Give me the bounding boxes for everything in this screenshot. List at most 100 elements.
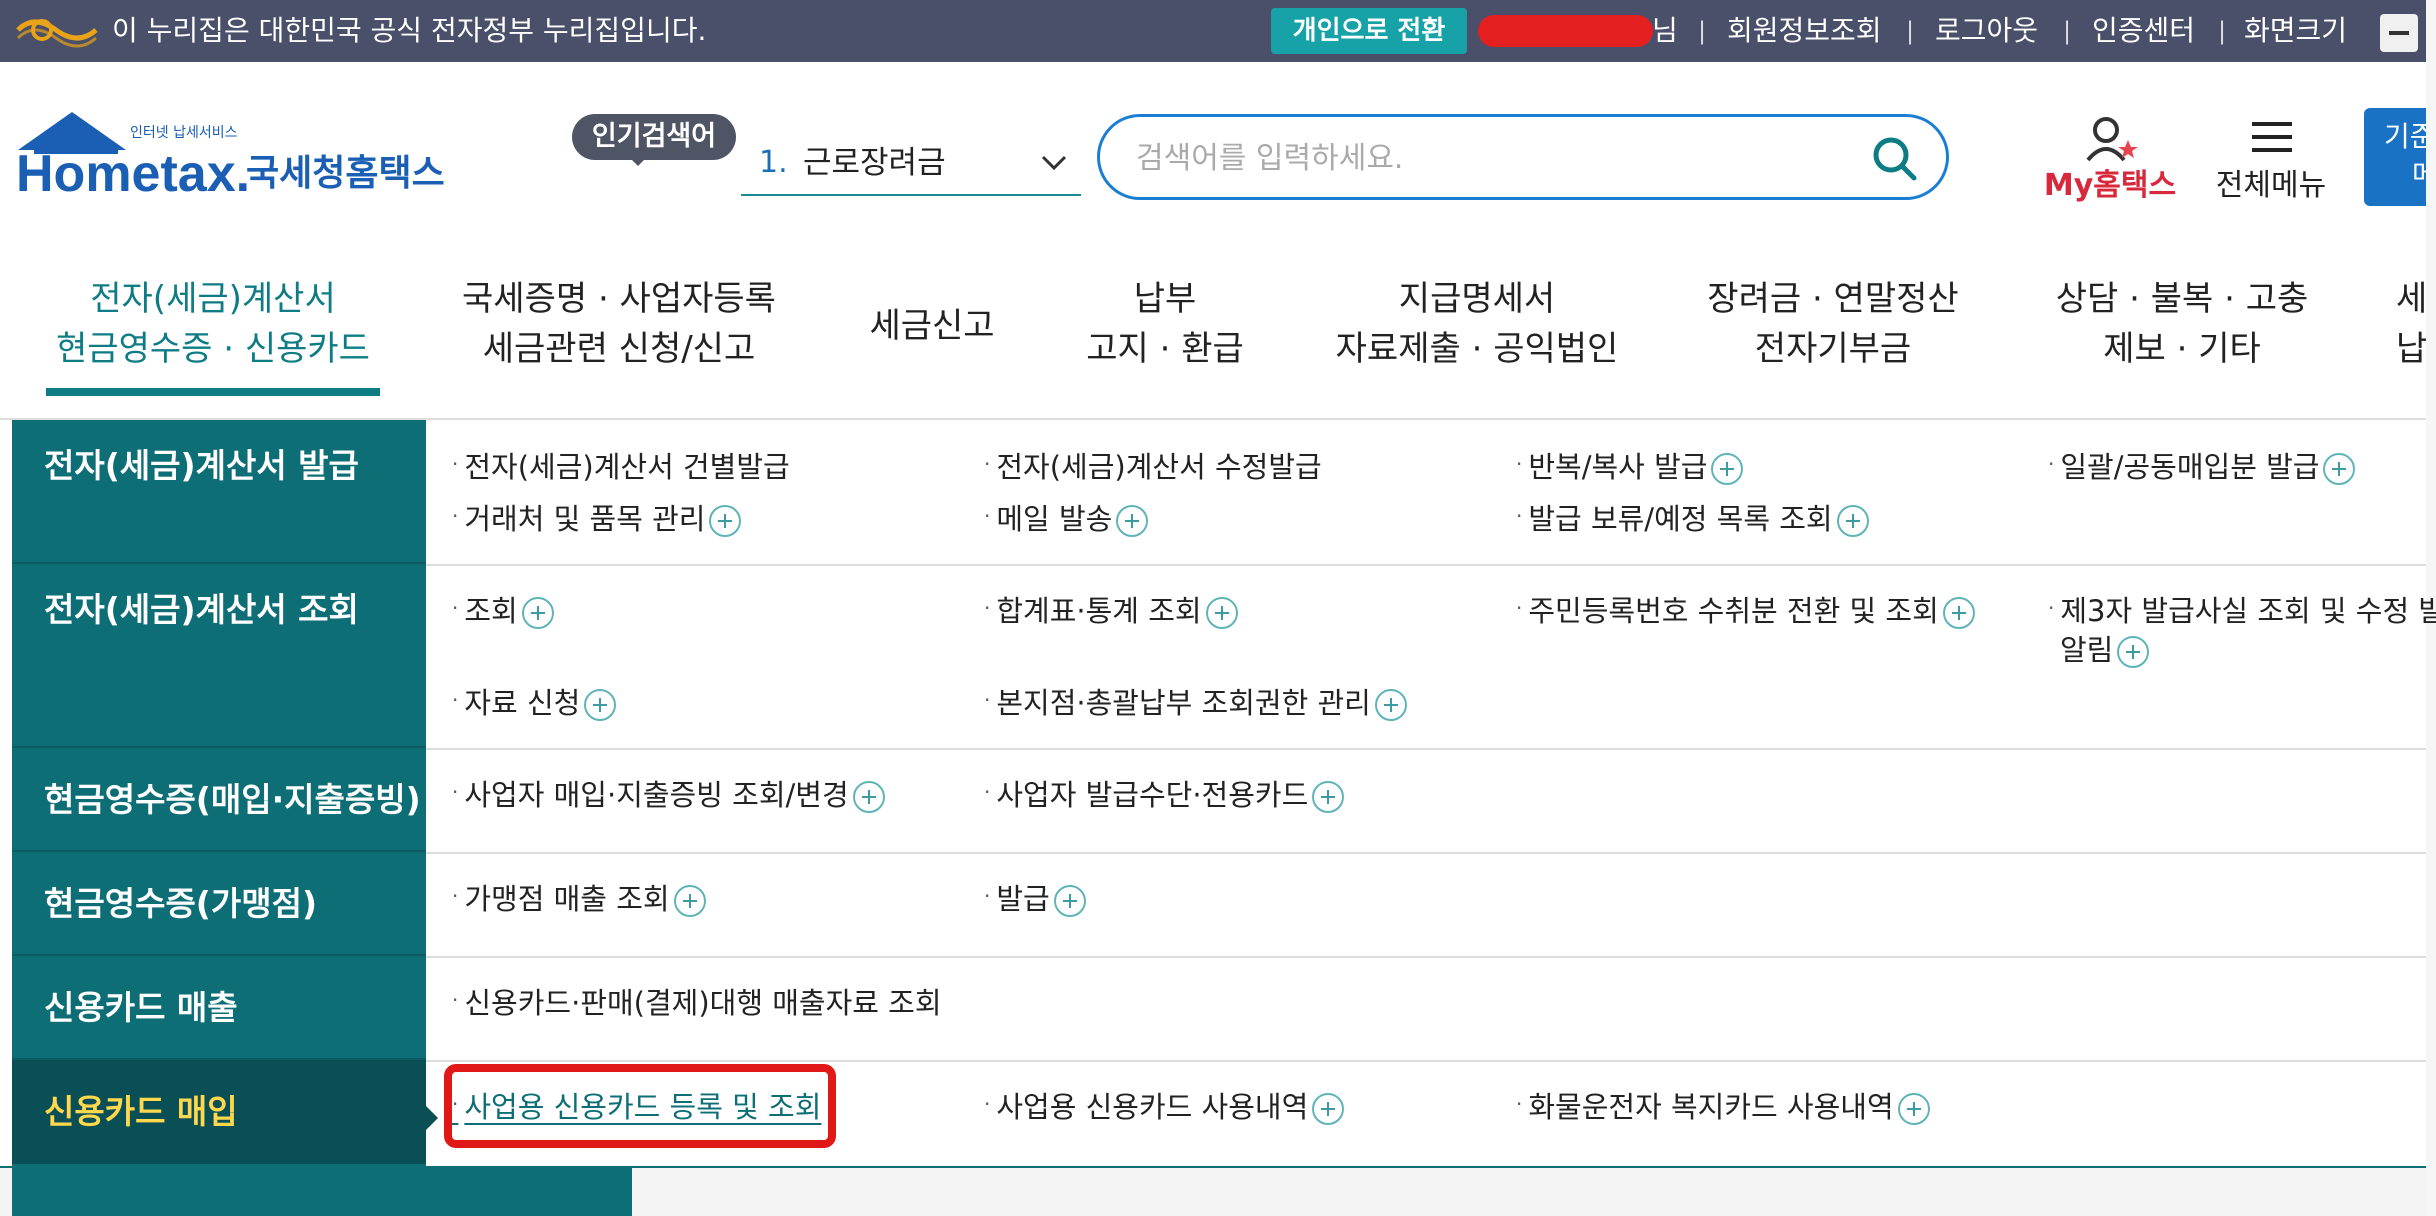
sidebar-item-invoice-lookup[interactable]: 전자(세금)계산서 조회 [12,564,426,748]
switch-to-personal-button[interactable]: 개인으로 전환 [1271,8,1467,54]
nav-statements[interactable]: 지급명세서 자료제출 · 공익법인 [1334,274,1620,378]
row-divider [426,748,2426,750]
link-text: 발급 [996,882,1050,916]
link-card-sales-data[interactable]: · 신용카드·판매(결제)대행 매출자료 조회 [452,980,942,1023]
row-divider [426,1060,2426,1062]
link-text: 신용카드·판매(결제)대행 매출자료 조회 [464,986,942,1020]
bullet: · [984,1092,991,1116]
sidebar-item-cash-receipt-purchase[interactable]: 현금영수증(매입·지출증빙) [12,748,426,852]
nav-line1: 세 [2396,279,2426,319]
link-business-card[interactable]: · 사업자 발급수단·전용카드 [984,772,1345,815]
plus-icon[interactable] [2323,453,2356,485]
person-star-icon [2086,117,2138,162]
mega-sidebar: 전자(세금)계산서 발급 전자(세금)계산서 조회 현금영수증(매입·지출증빙)… [12,420,426,1166]
plus-icon[interactable] [1942,597,1975,629]
link-summary-stats[interactable]: · 합계표·통계 조회 [984,588,1238,631]
plus-icon[interactable] [1836,505,1869,537]
nav-line1: 상담 · 불복 · 고충 [2055,279,2309,319]
link-invoice-single-issue[interactable]: · 전자(세금)계산서 건별발급 [452,444,790,487]
screen-size-link[interactable]: 화면크기 [2244,11,2347,51]
nav-line1: 지급명세서 [1398,279,1556,319]
link-third-party-issue[interactable]: · 제3자 발급사실 조회 및 수정 발 [2048,588,2436,631]
bullet: · [452,988,459,1012]
partial-blue-button[interactable]: 기준 메 [2364,108,2426,206]
bullet: · [452,688,459,712]
separator: | [1906,17,1915,45]
plus-icon[interactable] [2117,636,2150,668]
popular-search-badge: 인기검색어 [572,114,736,166]
link-freight-welfare-card[interactable]: · 화물운전자 복지카드 사용내역 [1516,1084,1930,1127]
link-bulk-joint-issue[interactable]: · 일괄/공동매입분 발급 [2048,444,2356,487]
link-business-card-usage[interactable]: · 사업용 신용카드 사용내역 [984,1084,1345,1127]
bullet: · [1516,452,1523,476]
nav-certificates[interactable]: 국세증명 · 사업자등록 세금관련 신청/신고 [458,274,780,378]
search-box[interactable] [1097,114,1949,200]
link-lookup[interactable]: · 조회 [452,588,554,631]
link-text: 일괄/공동매입분 발급 [2060,450,2320,484]
plus-icon[interactable] [521,597,554,629]
row-divider [426,564,2426,566]
my-hometax-button[interactable]: My홈택스 [2040,108,2180,208]
gov-notice-text: 이 누리집은 대한민국 공식 전자정부 누리집입니다. [112,14,707,47]
link-text: 본지점·총괄납부 조회권한 관리 [996,686,1371,720]
cert-center-link[interactable]: 인증센터 [2092,11,2195,51]
plus-icon[interactable] [1205,597,1238,629]
link-pending-list[interactable]: · 발급 보류/예정 목록 조회 [1516,496,1869,539]
link-resident-number-convert[interactable]: · 주민등록번호 수취분 전환 및 조회 [1516,588,1975,631]
link-partner-item-manage[interactable]: · 거래처 및 품목 관리 [452,496,742,539]
link-repeat-copy-issue[interactable]: · 반복/복사 발급 [1516,444,1744,487]
bullet: · [452,884,459,908]
link-text: 사업자 발급수단·전용카드 [996,778,1309,812]
nav-more[interactable]: 세 납 [2396,274,2426,378]
link-merchant-sales[interactable]: · 가맹점 매출 조회 [452,876,706,919]
red-highlight-annotation [444,1064,836,1148]
nav-line1: 국세증명 · 사업자등록 [462,279,776,319]
plus-icon[interactable] [1312,781,1345,813]
logo-korean: 국세청홈택스 [246,153,445,194]
search-input[interactable] [1136,135,1836,181]
nav-tax-filing[interactable]: 세금신고 [862,274,1002,378]
nav-consulting[interactable]: 상담 · 불복 · 고충 제보 · 기타 [2050,274,2314,378]
plus-icon[interactable] [1897,1093,1930,1125]
sidebar-item-card-purchase[interactable]: 신용카드 매입 [12,1060,426,1164]
hometax-logo[interactable]: 인터넷 납세서비스 Hometax. 국세청홈택스 [14,106,445,206]
nav-e-invoice[interactable]: 전자(세금)계산서 현금영수증 · 신용카드 [46,274,380,378]
link-issue[interactable]: · 발급 [984,876,1086,919]
plus-icon[interactable] [852,781,885,813]
sidebar-item-invoice-issue[interactable]: 전자(세금)계산서 발급 [12,420,426,564]
link-data-request[interactable]: · 자료 신청 [452,680,617,723]
redacted-username [1478,15,1653,47]
bullet: · [2048,452,2055,476]
sidebar-item-cash-receipt-merchant[interactable]: 현금영수증(가맹점) [12,852,426,956]
plus-icon[interactable] [1116,505,1149,537]
user-suffix: 님 [1652,14,1678,47]
popular-search-select[interactable]: 1. 근로장려금 [741,132,1081,196]
plus-icon[interactable] [584,689,617,721]
plus-icon[interactable] [1312,1093,1345,1125]
link-branch-permission[interactable]: · 본지점·총괄납부 조회권한 관리 [984,680,1407,723]
zoom-out-button[interactable] [2380,14,2418,52]
search-icon[interactable] [1870,134,1920,184]
all-menu-button[interactable]: 전체메뉴 [2206,108,2336,208]
sidebar-item-card-sales[interactable]: 신용카드 매출 [12,956,426,1060]
plus-icon[interactable] [709,505,742,537]
link-third-party-notice[interactable]: 알림 [2060,630,2150,670]
plus-icon[interactable] [673,885,706,917]
bullet: · [452,452,459,476]
link-mail-send[interactable]: · 메일 발송 [984,496,1149,539]
plus-icon[interactable] [1374,689,1407,721]
bullet: · [452,596,459,620]
link-invoice-amend-issue[interactable]: · 전자(세금)계산서 수정발급 [984,444,1322,487]
member-info-link[interactable]: 회원정보조회 [1727,11,1882,51]
mega-menu: 전자(세금)계산서 발급 전자(세금)계산서 조회 현금영수증(매입·지출증빙)… [12,420,2436,1166]
link-text: 합계표·통계 조회 [996,594,1202,628]
nav-incentives[interactable]: 장려금 · 연말정산 전자기부금 [1706,274,1960,378]
row-divider [426,956,2426,958]
link-business-purchase-proof[interactable]: · 사업자 매입·지출증빙 조회/변경 [452,772,885,815]
link-text: 메일 발송 [996,502,1113,536]
plus-icon[interactable] [1053,885,1086,917]
plus-icon[interactable] [1711,453,1744,485]
logout-link[interactable]: 로그아웃 [1935,11,2038,51]
bullet: · [984,452,991,476]
nav-payment[interactable]: 납부 고지 · 환급 [1082,274,1248,378]
